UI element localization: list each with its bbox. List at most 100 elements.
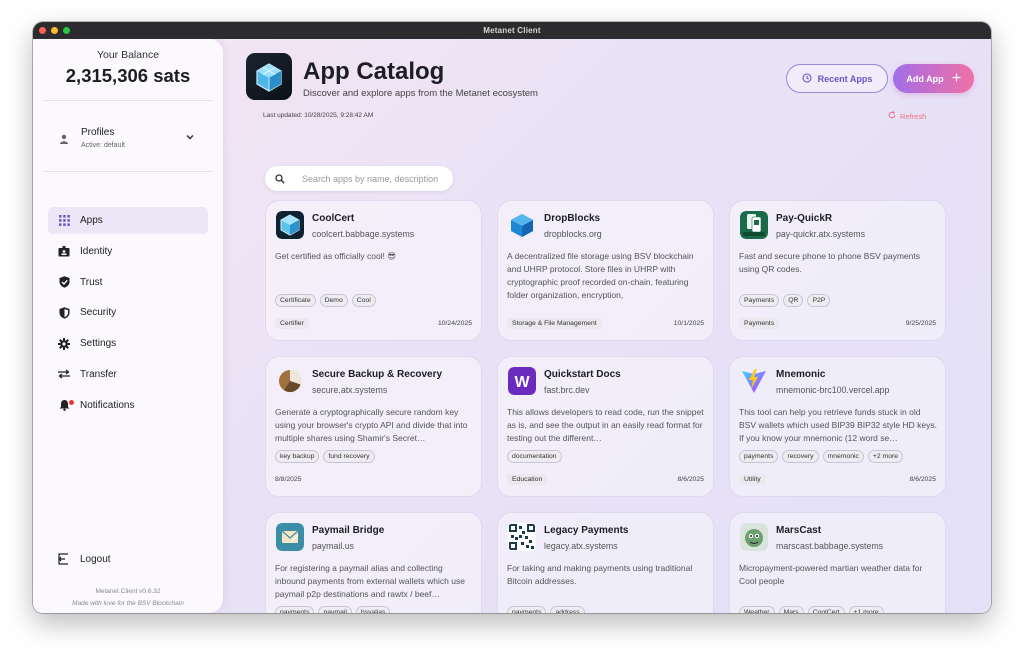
- sidebar-item-label: Security: [80, 307, 117, 319]
- add-app-button[interactable]: Add App: [893, 64, 974, 93]
- tag-chip[interactable]: bsvalias: [355, 606, 391, 613]
- recent-apps-label: Recent Apps: [817, 73, 873, 84]
- pie-chart-icon: [276, 367, 304, 395]
- close-window-button[interactable]: [39, 27, 46, 34]
- tag-chip[interactable]: mnemonic: [822, 450, 864, 463]
- app-name: DropBlocks: [544, 213, 601, 224]
- sidebar-item-identity[interactable]: Identity: [48, 238, 208, 265]
- app-card[interactable]: Pay-QuickR pay-quickr.atx.systems Fast and…: [729, 200, 946, 341]
- title-bar: Metanet Client: [33, 22, 991, 39]
- app-name: Pay-QuickR: [776, 213, 833, 224]
- logout-icon: [48, 553, 80, 565]
- balance-label: Your Balance: [96, 49, 160, 61]
- app-card[interactable]: Paymail Bridge paymail.us For registering …: [265, 512, 482, 613]
- tag-chip[interactable]: payments: [739, 450, 779, 463]
- tag-chip[interactable]: fund recovery: [323, 450, 375, 463]
- profiles-title: Profiles: [81, 127, 115, 138]
- app-window: Metanet Client Your Balance 2,315,306 sa…: [33, 22, 991, 613]
- sidebar-item-settings[interactable]: Settings: [48, 330, 208, 357]
- tag-chip[interactable]: Mars: [778, 606, 804, 613]
- tag-chip[interactable]: QR: [783, 294, 804, 307]
- app-date: 8/6/2025: [909, 476, 936, 483]
- history-icon: [802, 72, 812, 85]
- tag-list: payments address: [507, 606, 585, 613]
- sidebar-item-notifications[interactable]: Notifications: [48, 392, 208, 419]
- app-domain: coolcert.babbage.systems: [312, 229, 415, 239]
- tag-chip[interactable]: CoolCert: [807, 606, 845, 613]
- tag-chip[interactable]: Payments: [739, 294, 780, 307]
- app-domain: dropblocks.org: [544, 229, 602, 239]
- swap-arrows-icon: [48, 369, 80, 379]
- app-description: This tool can help you retrieve funds st…: [739, 407, 937, 443]
- app-card[interactable]: Legacy Payments legacy.atx.systems For tak…: [497, 512, 714, 613]
- app-card[interactable]: DropBlocks dropblocks.org A decentralized …: [497, 200, 714, 341]
- search-input[interactable]: [302, 173, 452, 184]
- app-domain: pay-quickr.atx.systems: [776, 229, 865, 239]
- gear-icon: [48, 337, 80, 350]
- tag-chip[interactable]: address: [550, 606, 585, 613]
- app-description: For taking and making payments using tra…: [507, 563, 693, 586]
- page-subtitle: Discover and explore apps from the Metan…: [303, 88, 538, 99]
- zoom-window-button[interactable]: [63, 27, 70, 34]
- profiles-selector[interactable]: Profiles Active: default: [33, 123, 223, 159]
- tag-chip[interactable]: Weather: [739, 606, 775, 613]
- app-card[interactable]: CoolCert coolcert.babbage.systems Get cert…: [265, 200, 482, 341]
- tag-chip[interactable]: key backup: [275, 450, 320, 463]
- sidebar-item-security[interactable]: Security: [48, 299, 208, 326]
- search-bar: [265, 166, 453, 191]
- envelope-icon: [276, 523, 304, 551]
- tag-chip[interactable]: documentation: [507, 450, 562, 463]
- refresh-button[interactable]: Refresh: [888, 111, 926, 121]
- last-updated-text: Last updated: 10/28/2025, 9:28:42 AM: [263, 112, 374, 119]
- tag-chip[interactable]: Certificate: [275, 294, 316, 307]
- add-app-label: Add App: [906, 73, 944, 84]
- tag-chip[interactable]: +1 more: [848, 606, 884, 613]
- category-label: Storage & File Management: [507, 318, 602, 329]
- app-description: Fast and secure phone to phone BSV payme…: [739, 251, 920, 274]
- app-name: Quickstart Docs: [544, 369, 621, 380]
- app-card[interactable]: Mnemonic mnemonic-brc100.vercel.app This t…: [729, 356, 946, 497]
- id-badge-icon: [48, 245, 80, 257]
- sidebar-nav: Apps Identity Trust Security Settings Tr…: [48, 207, 208, 423]
- shield-check-icon: [48, 276, 80, 288]
- tagline-text: Made with love for the BSV Blockchain: [72, 600, 184, 607]
- app-domain: marscast.babbage.systems: [776, 541, 884, 551]
- app-date: 8/6/2025: [677, 476, 704, 483]
- category-label: Utility: [739, 474, 766, 485]
- tag-chip[interactable]: +2 more: [867, 450, 904, 463]
- app-card[interactable]: W Quickstart Docs fast.brc.dev This allows …: [497, 356, 714, 497]
- sidebar-item-label: Apps: [80, 215, 103, 226]
- page-title: App Catalog: [303, 58, 445, 85]
- tag-list: payments paymail bsvalias: [275, 606, 391, 613]
- tag-chip[interactable]: recovery: [782, 450, 819, 463]
- app-card[interactable]: MarsCast marscast.babbage.systems Micropay…: [729, 512, 946, 613]
- tag-chip[interactable]: P2P: [807, 294, 831, 307]
- recent-apps-button[interactable]: Recent Apps: [786, 64, 888, 93]
- svg-text:W: W: [514, 374, 530, 391]
- app-domain: legacy.atx.systems: [544, 541, 618, 551]
- tag-chip[interactable]: payments: [507, 606, 547, 613]
- logout-label: Logout: [80, 553, 111, 565]
- logout-button[interactable]: Logout: [48, 553, 111, 565]
- app-domain: mnemonic-brc100.vercel.app: [776, 385, 890, 395]
- tag-list: Weather Mars CoolCert +1 more: [739, 606, 884, 613]
- minimize-window-button[interactable]: [51, 27, 58, 34]
- notification-badge: [69, 399, 74, 405]
- sidebar-item-label: Trust: [80, 276, 103, 288]
- sidebar-item-apps[interactable]: Apps: [48, 207, 208, 234]
- tag-chip[interactable]: Demo: [319, 294, 348, 307]
- w-letter-icon: W: [508, 367, 536, 395]
- app-description: Micropayment-powered martian weather dat…: [739, 563, 923, 586]
- app-card[interactable]: Secure Backup & Recovery secure.atx.syste…: [265, 356, 482, 497]
- balance-value: 2,315,306 sats: [65, 65, 191, 86]
- app-name: Legacy Payments: [544, 525, 629, 536]
- app-name: Paymail Bridge: [312, 525, 385, 536]
- tag-chip[interactable]: payments: [275, 606, 315, 613]
- sidebar-item-transfer[interactable]: Transfer: [48, 361, 208, 388]
- tag-chip[interactable]: paymail: [318, 606, 352, 613]
- profiles-active: Active: default: [81, 142, 125, 149]
- plus-icon: [952, 73, 961, 84]
- app-description: Generate a cryptographically secure rand…: [275, 407, 468, 443]
- tag-chip[interactable]: Cool: [351, 294, 376, 307]
- sidebar-item-trust[interactable]: Trust: [48, 269, 208, 296]
